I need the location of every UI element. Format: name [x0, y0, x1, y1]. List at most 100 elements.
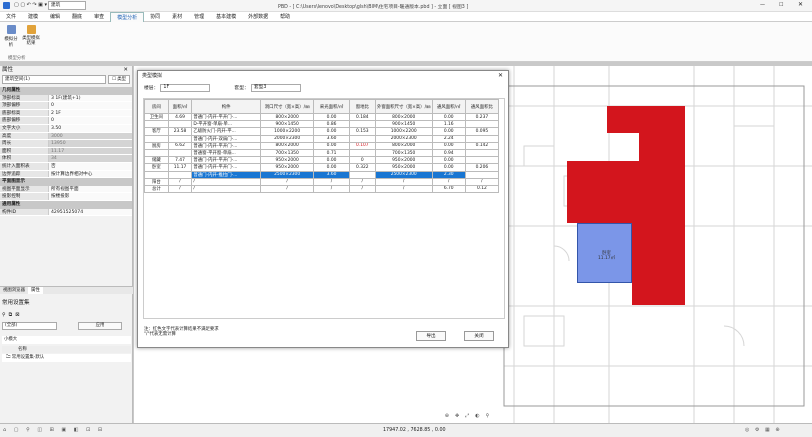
property-row[interactable]: 底部标高 2 1F — [0, 109, 132, 118]
table-row[interactable]: 总计 / / / / //6.70 0.12 — [144, 184, 500, 194]
property-row[interactable]: 文字大小 3.50 — [0, 124, 132, 133]
menu-item-4[interactable]: 审查 — [88, 12, 110, 22]
status-tools-icons[interactable]: ⌂ ▢ ⚲ ◫ ⊞ ▣ ◧ ⊡ ⊟ — [3, 427, 105, 433]
floor-select[interactable]: 1F — [160, 83, 211, 92]
fit-icon[interactable]: ⤢ — [465, 413, 469, 419]
plan-display-section[interactable]: 平面图显示 — [0, 178, 132, 186]
column-header: 采光面积/㎡ — [313, 99, 350, 114]
dialog-close-icon[interactable]: ✕ — [498, 71, 503, 81]
quick-access-icons[interactable]: ▢ ▢ ↶ ↷ ▣ ▾ — [14, 2, 47, 8]
property-value[interactable]: 13950 — [48, 140, 132, 147]
pan-icon[interactable]: ✥ — [455, 413, 459, 419]
property-row[interactable]: 周长 13950 — [0, 140, 132, 148]
maximize-icon[interactable]: ☐ — [779, 2, 783, 8]
menu-item-6[interactable]: 协同 — [144, 12, 166, 22]
common-filter-select[interactable]: (全部) — [2, 322, 57, 330]
table-cell-vratio — [464, 148, 500, 158]
property-row[interactable]: 高度 3000 — [0, 132, 132, 141]
menu-item-11[interactable]: 帮助 — [274, 12, 296, 22]
common-list-item[interactable]: 🗀 常用设置集-默认 — [2, 354, 131, 362]
project-select[interactable]: 建筑 — [48, 1, 86, 10]
table-cell-comp: 普通门-内开-平开门-... — [191, 156, 261, 165]
menu-item-2[interactable]: 编辑 — [44, 12, 66, 22]
property-row[interactable]: 投影控制 按楼投影 — [0, 193, 132, 201]
table-cell-win: 700×1350 — [374, 148, 433, 158]
type-result-button[interactable]: 类型模拟结果 — [21, 25, 41, 51]
apply-button[interactable]: 应用 — [78, 322, 122, 330]
property-value[interactable]: 0 — [48, 102, 132, 109]
property-row[interactable]: 统计入面积表否 — [0, 162, 132, 171]
export-button[interactable]: 导出 — [416, 331, 446, 341]
suite-type-select[interactable]: 套型3 — [250, 83, 301, 92]
property-row[interactable]: 体积 34 — [0, 155, 132, 163]
table-cell-size: 1000×2200 — [259, 127, 315, 136]
copy-icon[interactable]: ⧉ — [9, 312, 13, 318]
table-row[interactable]: 厨房 6.62 普通门-内开-平开门-... 800×2000 0.00 0.107 800… — [144, 141, 500, 150]
table-row[interactable]: D-平开窗-单扇-单... 900×1450 0.86 900×1450 1.16 — [144, 120, 500, 129]
filter-icon[interactable]: ⚲ — [486, 413, 490, 419]
property-row[interactable]: 视图平面显示 所有视图平面 — [0, 185, 132, 194]
property-value[interactable]: 所有视图平面 — [48, 185, 132, 193]
menu-item-10[interactable]: 外部数据 — [242, 12, 274, 22]
property-value[interactable]: 42951525074 — [48, 208, 132, 216]
property-row[interactable]: 底部偏移 0 — [0, 117, 132, 125]
property-row[interactable]: 构件ID 42951525074 — [0, 208, 132, 217]
zoom-icon[interactable]: ⊕ — [445, 413, 449, 419]
table-cell-vent: 0.00 — [431, 127, 466, 136]
close-icon[interactable]: ✕ — [798, 1, 803, 8]
balcony-room-fill[interactable] — [632, 223, 685, 305]
type-edit-button[interactable]: ☐ 类型 — [108, 75, 130, 84]
tab-view-browser[interactable]: 视图浏览器 — [0, 287, 28, 294]
delete-icon[interactable]: ⊠ — [15, 312, 19, 318]
simulate-analysis-button[interactable]: 模拟分析 — [4, 25, 18, 51]
close-button[interactable]: 关闭 — [464, 331, 494, 341]
menu-item-7[interactable]: 素材 — [166, 12, 188, 22]
element-type-select[interactable]: 建筑空间(1) — [2, 75, 106, 84]
table-cell-area — [167, 148, 193, 158]
status-right-icons[interactable]: ◎ ⚙ ▦ ⊕ — [745, 427, 782, 433]
common-section[interactable]: 通用属性 — [0, 200, 132, 209]
property-key: 顶部偏移 — [0, 102, 48, 109]
property-row[interactable]: 顶部标高 3 1F(建筑+1) — [0, 94, 132, 103]
tab-properties[interactable]: 属性 — [27, 287, 43, 294]
menu-item-1[interactable]: 建模 — [22, 12, 44, 22]
property-value[interactable]: 否 — [48, 162, 132, 170]
property-value[interactable]: 11.17 — [48, 147, 132, 155]
common-toolbar: ⚲ ⧉ ⊠ — [2, 310, 131, 320]
table-row[interactable]: 普通门-内开-双扇门-... 2000×2300 3.60 2000×2300 2.24 — [144, 134, 500, 143]
property-row[interactable]: 边界追踪 按计算边界相对中心 — [0, 170, 132, 179]
menu-item-3[interactable]: 翻底 — [66, 12, 88, 22]
table-row[interactable]: 阳台 / / / / / / / / — [144, 177, 500, 186]
property-value[interactable]: 按计算边界相对中心 — [48, 170, 132, 178]
property-value[interactable]: 按楼投影 — [48, 193, 132, 200]
property-value[interactable]: 3000 — [48, 132, 132, 140]
menu-item-8[interactable]: 管理 — [188, 12, 210, 22]
panel-close-icon[interactable]: ✕ — [123, 66, 132, 75]
menu-item-0[interactable]: 文件 — [0, 12, 22, 22]
property-row[interactable]: 面积 11.17 — [0, 147, 132, 156]
property-value[interactable]: 2 1F — [48, 109, 132, 117]
property-value[interactable]: 0 — [48, 117, 132, 124]
table-row[interactable]: 卧室 11.17 普通门-内开-平开门-... 950×2000 0.00 0.322 95… — [144, 163, 500, 172]
geometry-section[interactable]: 几何属性 — [0, 87, 132, 95]
table-row[interactable]: 卫生间 4.69 普通门-内开-平开门-... 800×2000 0.00 0.184 80… — [144, 112, 500, 122]
table-row[interactable]: 储藏 7.47 普通门-内开-平开门-... 950×2000 0.00 0 950×200… — [144, 156, 500, 165]
living-room-fill[interactable] — [567, 161, 685, 223]
property-value[interactable]: 3.50 — [48, 124, 132, 132]
bedroom-room-selected[interactable]: 卧室 11.17㎡ — [577, 223, 632, 283]
property-value[interactable]: 34 — [48, 155, 132, 162]
property-value[interactable]: 3 1F(建筑+1) — [48, 94, 132, 102]
table-row[interactable]: 普通门-内开-推拉门-... 2500×2300 3.60 2500×2300 2.30 — [144, 170, 500, 179]
menu-item-5[interactable]: 模型分析 — [110, 11, 145, 22]
search-icon[interactable]: ⚲ — [2, 312, 6, 318]
table-cell-size: / — [259, 177, 315, 186]
table-row[interactable]: 客厅 23.58 乙级防火门-内开-平... 1000×2200 0.00 0.153 10… — [144, 127, 500, 136]
kitchen-room-fill[interactable] — [607, 106, 685, 133]
menu-item-9[interactable]: 基本建模 — [210, 12, 242, 22]
suite-type-label: 套型： — [234, 86, 249, 91]
small-model-select[interactable]: 小模大 — [2, 336, 131, 344]
minimize-icon[interactable]: — — [760, 2, 765, 8]
table-row[interactable]: 普通窗-平开窗-单扇... 700×1350 0.71 700×1350 0.94 — [144, 148, 500, 158]
property-row[interactable]: 顶部偏移 0 — [0, 102, 132, 110]
view-icon[interactable]: ◐ — [475, 413, 479, 419]
